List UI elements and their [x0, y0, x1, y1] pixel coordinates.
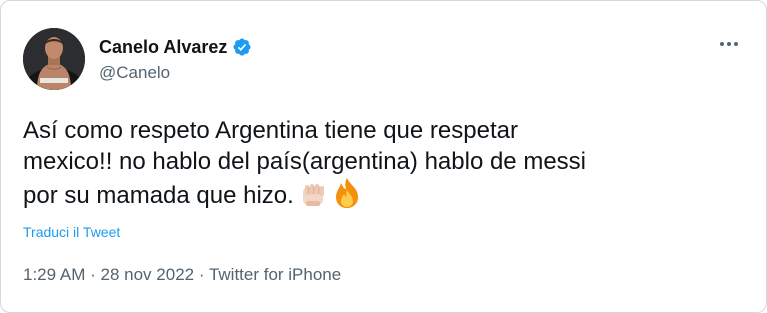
tweet-time[interactable]: 1:29 AM: [23, 265, 85, 284]
tweet-text-line-content: por su mamada que hizo.: [23, 182, 294, 209]
avatar-image: [23, 28, 85, 90]
tweet-date[interactable]: 28 nov 2022: [101, 265, 195, 284]
tweet-meta: 1:29 AM · 28 nov 2022 · Twitter for iPho…: [23, 265, 341, 285]
fire-emoji: [332, 177, 362, 217]
avatar[interactable]: [23, 28, 85, 90]
tweet-text-line: por su mamada que hizo.: [23, 177, 663, 217]
meta-separator: ·: [90, 265, 96, 284]
tweet-card: Canelo Alvarez @Canelo Así como respeto …: [0, 0, 767, 313]
tweet-source[interactable]: Twitter for iPhone: [209, 265, 341, 284]
more-options-icon: [720, 42, 738, 46]
translate-tweet-link[interactable]: Traduci il Tweet: [23, 224, 120, 240]
verified-badge-icon: [232, 37, 252, 57]
oncoming-fist-emoji: [298, 181, 328, 217]
tweet-text: Así como respeto Argentina tiene que res…: [23, 115, 663, 217]
display-name[interactable]: Canelo Alvarez: [99, 37, 227, 58]
author-handle[interactable]: @Canelo: [99, 63, 252, 83]
more-options-button[interactable]: [714, 34, 744, 54]
tweet-text-line: mexico!! no hablo del país(argentina) ha…: [23, 148, 586, 175]
tweet-text-line: Así como respeto Argentina tiene que res…: [23, 117, 518, 144]
author-block: Canelo Alvarez @Canelo: [99, 36, 252, 83]
meta-separator: ·: [198, 265, 205, 284]
display-name-row: Canelo Alvarez: [99, 36, 252, 58]
